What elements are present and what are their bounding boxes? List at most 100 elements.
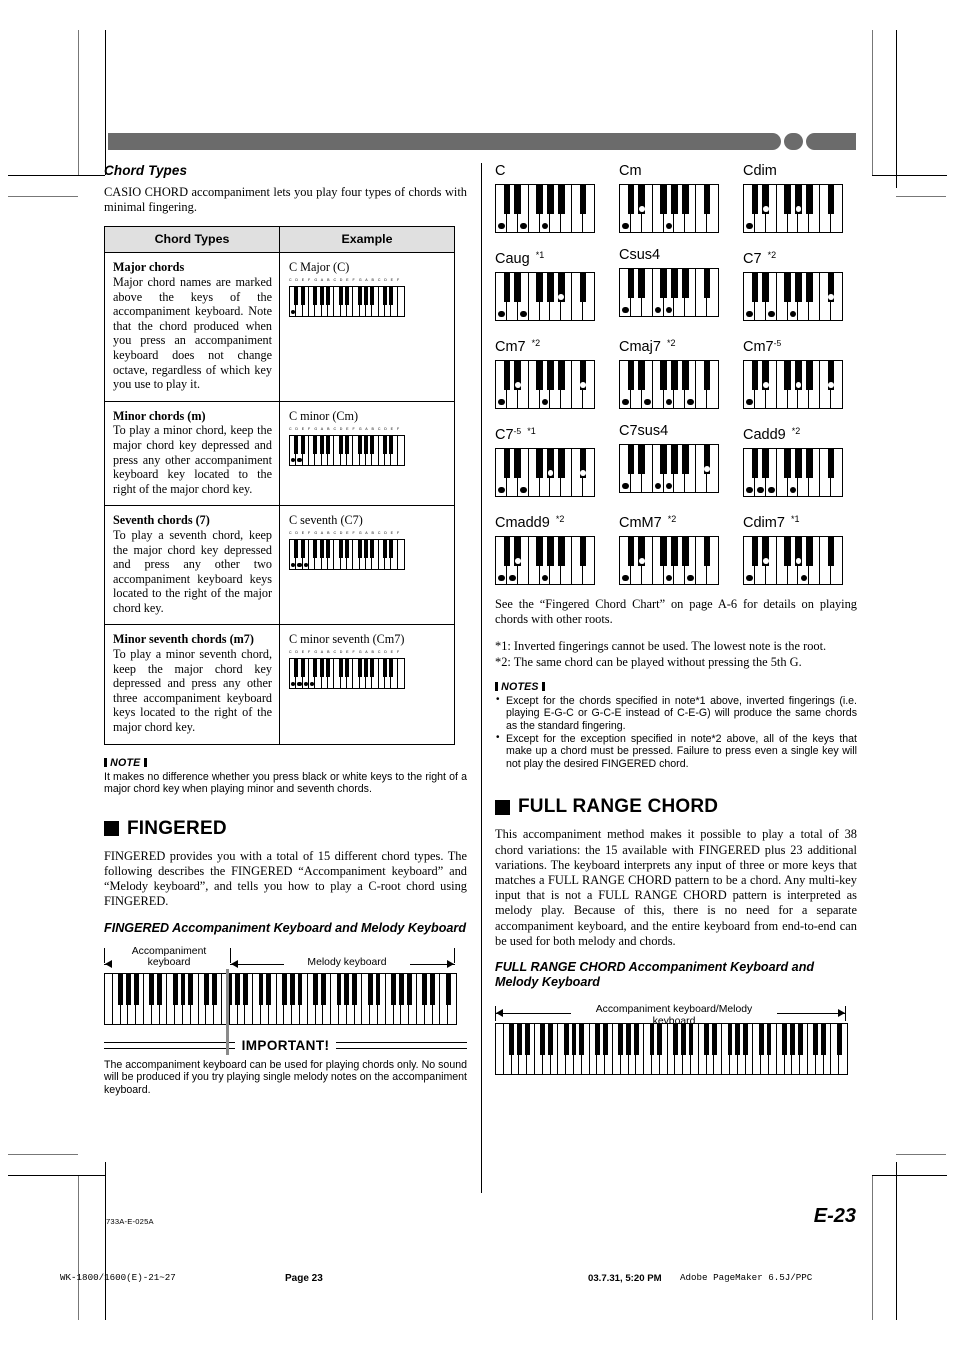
piano-black-key [391, 973, 396, 1005]
piano-black-key [618, 1024, 624, 1055]
notes-heading: NOTES [495, 681, 857, 693]
piano-black-key [300, 435, 305, 454]
registration-crosshair-top [449, 45, 505, 101]
piano-black-key [313, 659, 318, 678]
piano-black-key [548, 1024, 553, 1055]
pressed-key-marker [638, 558, 645, 565]
piano-black-key [836, 1024, 842, 1055]
chord-example-cell: C Major (C) C D E F G A B C D E F G A B C D E F [279, 252, 455, 402]
important-body: The accompaniment keyboard can be used f… [104, 1058, 467, 1096]
piano-black-key [503, 449, 511, 479]
pressed-key-marker [514, 382, 521, 389]
piano-black-key [389, 659, 394, 678]
piano-black-key [704, 1024, 709, 1055]
piano-black-key [671, 269, 678, 299]
piano-black-key [289, 973, 295, 1005]
chord-example-label: C minor (Cm) [289, 408, 359, 423]
chord-keyboard-graphic [619, 444, 719, 493]
chord-keyboard-graphic [743, 184, 843, 233]
piano-black-key [294, 435, 299, 454]
pressed-key-marker [297, 458, 302, 463]
piano-black-key [211, 973, 217, 1005]
full-range-chord-subheading: FULL RANGE CHORD Accompaniment Keyboard … [495, 960, 815, 989]
piano-black-key [784, 361, 791, 391]
piano-black-key [326, 287, 330, 306]
chord-type-text: Major chord names are marked above the k… [113, 275, 272, 392]
piano-black-key [805, 185, 813, 215]
piano-black-key [370, 287, 375, 306]
piano-black-key [338, 659, 343, 678]
chord-keyboard-graphic [495, 360, 595, 409]
piano-black-key [503, 185, 511, 215]
piano-black-key [671, 361, 678, 391]
chord-diagram-base-name: Cm [619, 163, 642, 179]
piano-black-key [805, 361, 813, 391]
table-row: Minor chords (m) To play a minor chord, k… [104, 400, 455, 507]
piano-black-key [751, 449, 759, 479]
notes-list-item: Except for the exception specified in no… [495, 732, 857, 771]
piano-black-key [784, 537, 791, 567]
piano-black-key [180, 973, 186, 1005]
piano-black-key [326, 435, 330, 454]
chord-example-cell: C minor (Cm) C D E F G A B C D E F G A B C D E F [279, 400, 455, 507]
pressed-key-marker [519, 222, 527, 230]
piano-black-key [657, 1024, 663, 1055]
piano-black-key [751, 185, 759, 215]
chord-diagram-alteration: -5 [773, 338, 782, 348]
piano-black-key [326, 540, 330, 559]
piano-black-key [703, 537, 711, 567]
piano-black-key [789, 1024, 795, 1055]
piano-black-key [338, 435, 343, 454]
piano-black-key [751, 361, 759, 391]
chord-diagram-cell: C7-5 *1 [495, 423, 609, 497]
chord-type-description-cell: Seventh chords (7) To play a seventh chor… [104, 505, 280, 626]
piano-black-key [638, 269, 646, 299]
piano-black-key [336, 973, 342, 1005]
chord-diagram-cell: Cmadd9 *2 [495, 511, 609, 585]
keyboard-split-marker [226, 968, 229, 1055]
piano-black-key [571, 1024, 577, 1055]
chord-diagram-base-name: C7 [495, 427, 514, 443]
piano-black-key [157, 973, 162, 1005]
notes-list: Except for the chords specified in note*… [495, 694, 857, 771]
full-range-keyboard-graphic [495, 1023, 848, 1075]
chord-keyboard-graphic [743, 536, 843, 585]
chord-diagram-name: Caug *1 [495, 247, 609, 268]
piano-black-key [703, 269, 711, 299]
chord-diagram-name: Cmaj7 *2 [619, 335, 733, 356]
piano-black-key [125, 973, 131, 1005]
piano-black-key [579, 537, 587, 567]
left-column: Chord Types CASIO CHORD accompaniment le… [104, 163, 467, 1096]
piano-black-key [751, 273, 759, 303]
chord-diagram-base-name: Cm7 [743, 339, 774, 355]
piano-white-key [397, 659, 404, 689]
keyboard-note-names: CDEFGABCDEFGABCDEF [289, 531, 400, 536]
pressed-key-marker [762, 206, 769, 213]
chord-diagram-cell: Cm7 *2 [495, 335, 609, 409]
piano-black-key [703, 361, 711, 391]
piano-black-key [758, 1024, 764, 1055]
piano-black-key [345, 435, 349, 454]
piano-black-key [579, 1024, 585, 1055]
fingered-keyboard-graphic [104, 972, 457, 1025]
fingered-keyboard-figure: Accompaniment keyboard Melody keyboard [104, 945, 457, 1055]
chord-example-label: C seventh (C7) [289, 513, 363, 528]
piano-black-key [681, 537, 689, 567]
pressed-key-marker [514, 558, 521, 565]
table-header-row: Chord Types Example [104, 226, 455, 254]
print-timestamp: 03.7.31, 5:20 PM [588, 1273, 662, 1284]
piano-black-key [727, 1024, 733, 1055]
piano-black-key [766, 1024, 772, 1055]
piano-black-key [735, 1024, 741, 1055]
chord-example-label: C Major (C) [289, 260, 350, 275]
chord-diagram-base-name: C7sus4 [619, 423, 669, 439]
chord-diagram-cell: Cmaj7 *2 [619, 335, 733, 409]
piano-black-key [547, 273, 554, 303]
note-body: It makes no difference whether you press… [104, 770, 467, 796]
chord-diagram-name: Csus4 [619, 247, 733, 264]
piano-black-key [649, 1024, 655, 1055]
chord-diagram-name: CmM7 *2 [619, 511, 733, 532]
chord-keyboard-graphic [743, 360, 843, 409]
piano-black-key [660, 185, 667, 215]
piano-black-key [503, 361, 511, 391]
